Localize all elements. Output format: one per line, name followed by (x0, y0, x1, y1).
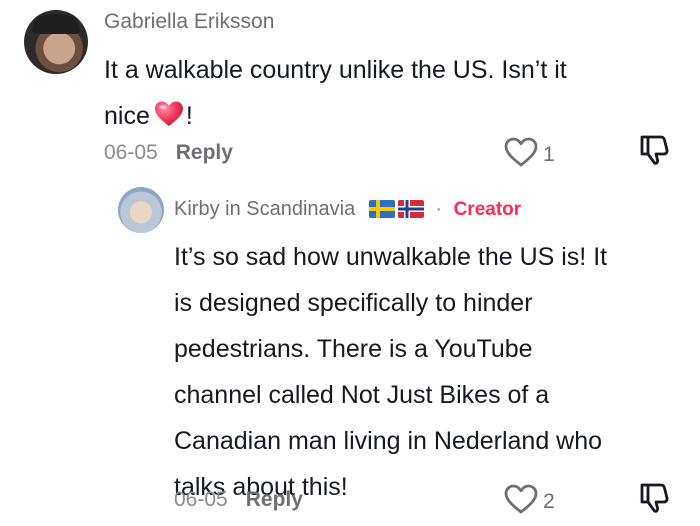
comment-line-2: nice! (104, 93, 664, 143)
comment-line: It a walkable country unlike the US. Isn… (104, 56, 567, 84)
thumbs-down-icon[interactable] (637, 483, 671, 519)
dislike-button[interactable] (637, 481, 671, 520)
comment-author[interactable]: Gabriella Eriksson (104, 10, 274, 34)
heart-outline-icon[interactable] (503, 483, 539, 520)
avatar[interactable] (24, 10, 88, 74)
comment-author[interactable]: Kirby in Scandinavia (174, 198, 355, 220)
like-count: 1 (543, 142, 555, 166)
comment-meta: 06-05 Reply (104, 141, 233, 165)
comment-line: is designed specifically to hinder (174, 289, 533, 317)
flags (368, 200, 424, 224)
heart-outline-icon[interactable] (503, 136, 539, 173)
comment-date: 06-05 (174, 488, 228, 511)
separator-dot: · (435, 198, 443, 220)
creator-badge: Creator (453, 199, 522, 220)
comment-line: It’s so sad how unwalkable the US is! It (174, 243, 608, 271)
comment-text: It a walkable country unlike the US. Isn… (104, 47, 664, 143)
sweden-flag-icon (368, 200, 395, 224)
comment-author-line: Kirby in Scandinavia · Creator (174, 198, 521, 224)
comment-meta: 06-05 Reply (174, 488, 303, 512)
comment-line: Canadian man living in Nederland who (174, 427, 603, 455)
like-button[interactable]: 1 (503, 136, 555, 173)
heart-emoji-icon (154, 97, 184, 143)
comment-line: pedestrians. There is a YouTube (174, 335, 533, 363)
comment-line: channel called Not Just Bikes of a (174, 381, 550, 409)
comment-line-text: nice (104, 102, 150, 130)
like-count: 2 (543, 489, 555, 513)
comment-text: It’s so sad how unwalkable the US is! It… (174, 234, 674, 510)
dislike-button[interactable] (637, 133, 671, 172)
reply-button[interactable]: Reply (246, 488, 303, 511)
comment-line-text-end: ! (185, 102, 193, 130)
thumbs-down-icon[interactable] (637, 135, 671, 171)
comment-date: 06-05 (104, 141, 158, 164)
norway-flag-icon (397, 200, 424, 224)
like-button[interactable]: 2 (503, 483, 555, 520)
avatar[interactable] (118, 187, 164, 233)
reply-button[interactable]: Reply (176, 141, 233, 164)
